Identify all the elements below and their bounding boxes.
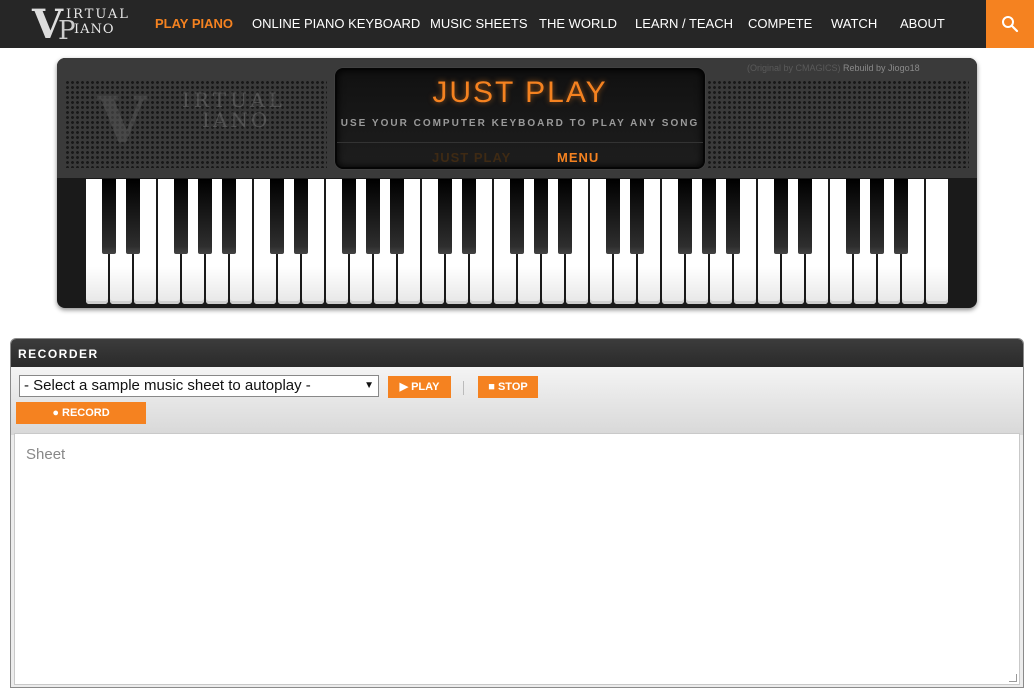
- black-key[interactable]: [462, 179, 476, 254]
- stop-button[interactable]: ■ STOP: [478, 376, 538, 398]
- black-key[interactable]: [558, 179, 572, 254]
- black-key[interactable]: [774, 179, 788, 254]
- display-divider: [337, 142, 703, 143]
- logo-p-glyph: P: [58, 16, 76, 46]
- display-title: JUST PLAY: [432, 76, 608, 109]
- black-key[interactable]: [174, 179, 188, 254]
- nav-about[interactable]: ABOUT: [900, 0, 945, 48]
- black-key[interactable]: [294, 179, 308, 254]
- white-key[interactable]: [926, 179, 948, 304]
- black-key[interactable]: [870, 179, 884, 254]
- black-key[interactable]: [702, 179, 716, 254]
- recorder-title: RECORDER: [18, 347, 99, 361]
- piano-top-panel: V IRTUAL IANO (Original by CMAGICS) Rebu…: [57, 58, 977, 178]
- nav-online-piano-keyboard[interactable]: ONLINE PIANO KEYBOARD: [252, 0, 420, 48]
- sample-sheet-select-value: - Select a sample music sheet to autopla…: [24, 377, 311, 394]
- black-key[interactable]: [438, 179, 452, 254]
- recorder-panel: RECORDER - Select a sample music sheet t…: [10, 338, 1024, 688]
- logo-text-bottom: IANO: [74, 22, 115, 37]
- black-key[interactable]: [846, 179, 860, 254]
- search-icon: [1002, 16, 1019, 33]
- piano-keyboard: [86, 179, 950, 305]
- dropdown-arrow-icon: ▼: [364, 380, 374, 391]
- black-key[interactable]: [678, 179, 692, 254]
- play-button[interactable]: ▶ PLAY: [388, 376, 451, 398]
- virtual-piano: V IRTUAL IANO (Original by CMAGICS) Rebu…: [57, 58, 977, 308]
- toolbar-separator: [463, 381, 464, 395]
- nav-learn-teach[interactable]: LEARN / TEACH: [635, 0, 733, 48]
- credit-original: (Original by CMAGICS): [747, 63, 841, 73]
- black-key[interactable]: [126, 179, 140, 254]
- black-key[interactable]: [726, 179, 740, 254]
- black-key[interactable]: [366, 179, 380, 254]
- nav-music-sheets[interactable]: MUSIC SHEETS: [430, 0, 528, 48]
- nav-the-world[interactable]: THE WORLD: [539, 0, 617, 48]
- black-key[interactable]: [198, 179, 212, 254]
- sheet-placeholder: Sheet: [26, 446, 66, 463]
- sheet-textarea[interactable]: Sheet: [14, 433, 1020, 685]
- black-key[interactable]: [894, 179, 908, 254]
- piano-display-screen: JUST PLAY USE YOUR COMPUTER KEYBOARD TO …: [335, 68, 705, 169]
- display-tab-just-play[interactable]: JUST PLAY: [432, 150, 511, 165]
- black-key[interactable]: [510, 179, 524, 254]
- sample-sheet-select[interactable]: - Select a sample music sheet to autopla…: [19, 375, 379, 397]
- recorder-header: RECORDER: [11, 339, 1023, 367]
- nav-watch[interactable]: WATCH: [831, 0, 877, 48]
- black-key[interactable]: [798, 179, 812, 254]
- top-navbar: V IRTUAL P IANO PLAY PIANO ONLINE PIANO …: [0, 0, 1034, 48]
- piano-credit: (Original by CMAGICS) Rebuild by Jiogo18: [747, 63, 920, 73]
- nav-play-piano[interactable]: PLAY PIANO: [155, 0, 233, 48]
- logo-text-top: IRTUAL: [66, 7, 130, 22]
- black-key[interactable]: [222, 179, 236, 254]
- black-key[interactable]: [270, 179, 284, 254]
- nav-compete[interactable]: COMPETE: [748, 0, 812, 48]
- black-key[interactable]: [342, 179, 356, 254]
- search-button[interactable]: [986, 0, 1034, 48]
- black-key[interactable]: [606, 179, 620, 254]
- site-logo[interactable]: V IRTUAL P IANO: [30, 4, 128, 46]
- black-key[interactable]: [630, 179, 644, 254]
- recorder-toolbar: - Select a sample music sheet to autopla…: [11, 367, 1023, 435]
- black-key[interactable]: [534, 179, 548, 254]
- resize-grip-icon[interactable]: [1009, 674, 1017, 682]
- black-key[interactable]: [390, 179, 404, 254]
- credit-rebuild: Rebuild by Jiogo18: [843, 63, 920, 73]
- piano-logo-watermark: V IRTUAL IANO: [97, 83, 286, 158]
- speaker-grille-right: [707, 80, 969, 168]
- black-key[interactable]: [102, 179, 116, 254]
- display-subtitle: USE YOUR COMPUTER KEYBOARD TO PLAY ANY S…: [340, 118, 700, 129]
- record-button[interactable]: ● RECORD: [16, 402, 146, 424]
- display-tab-menu[interactable]: MENU: [557, 150, 599, 165]
